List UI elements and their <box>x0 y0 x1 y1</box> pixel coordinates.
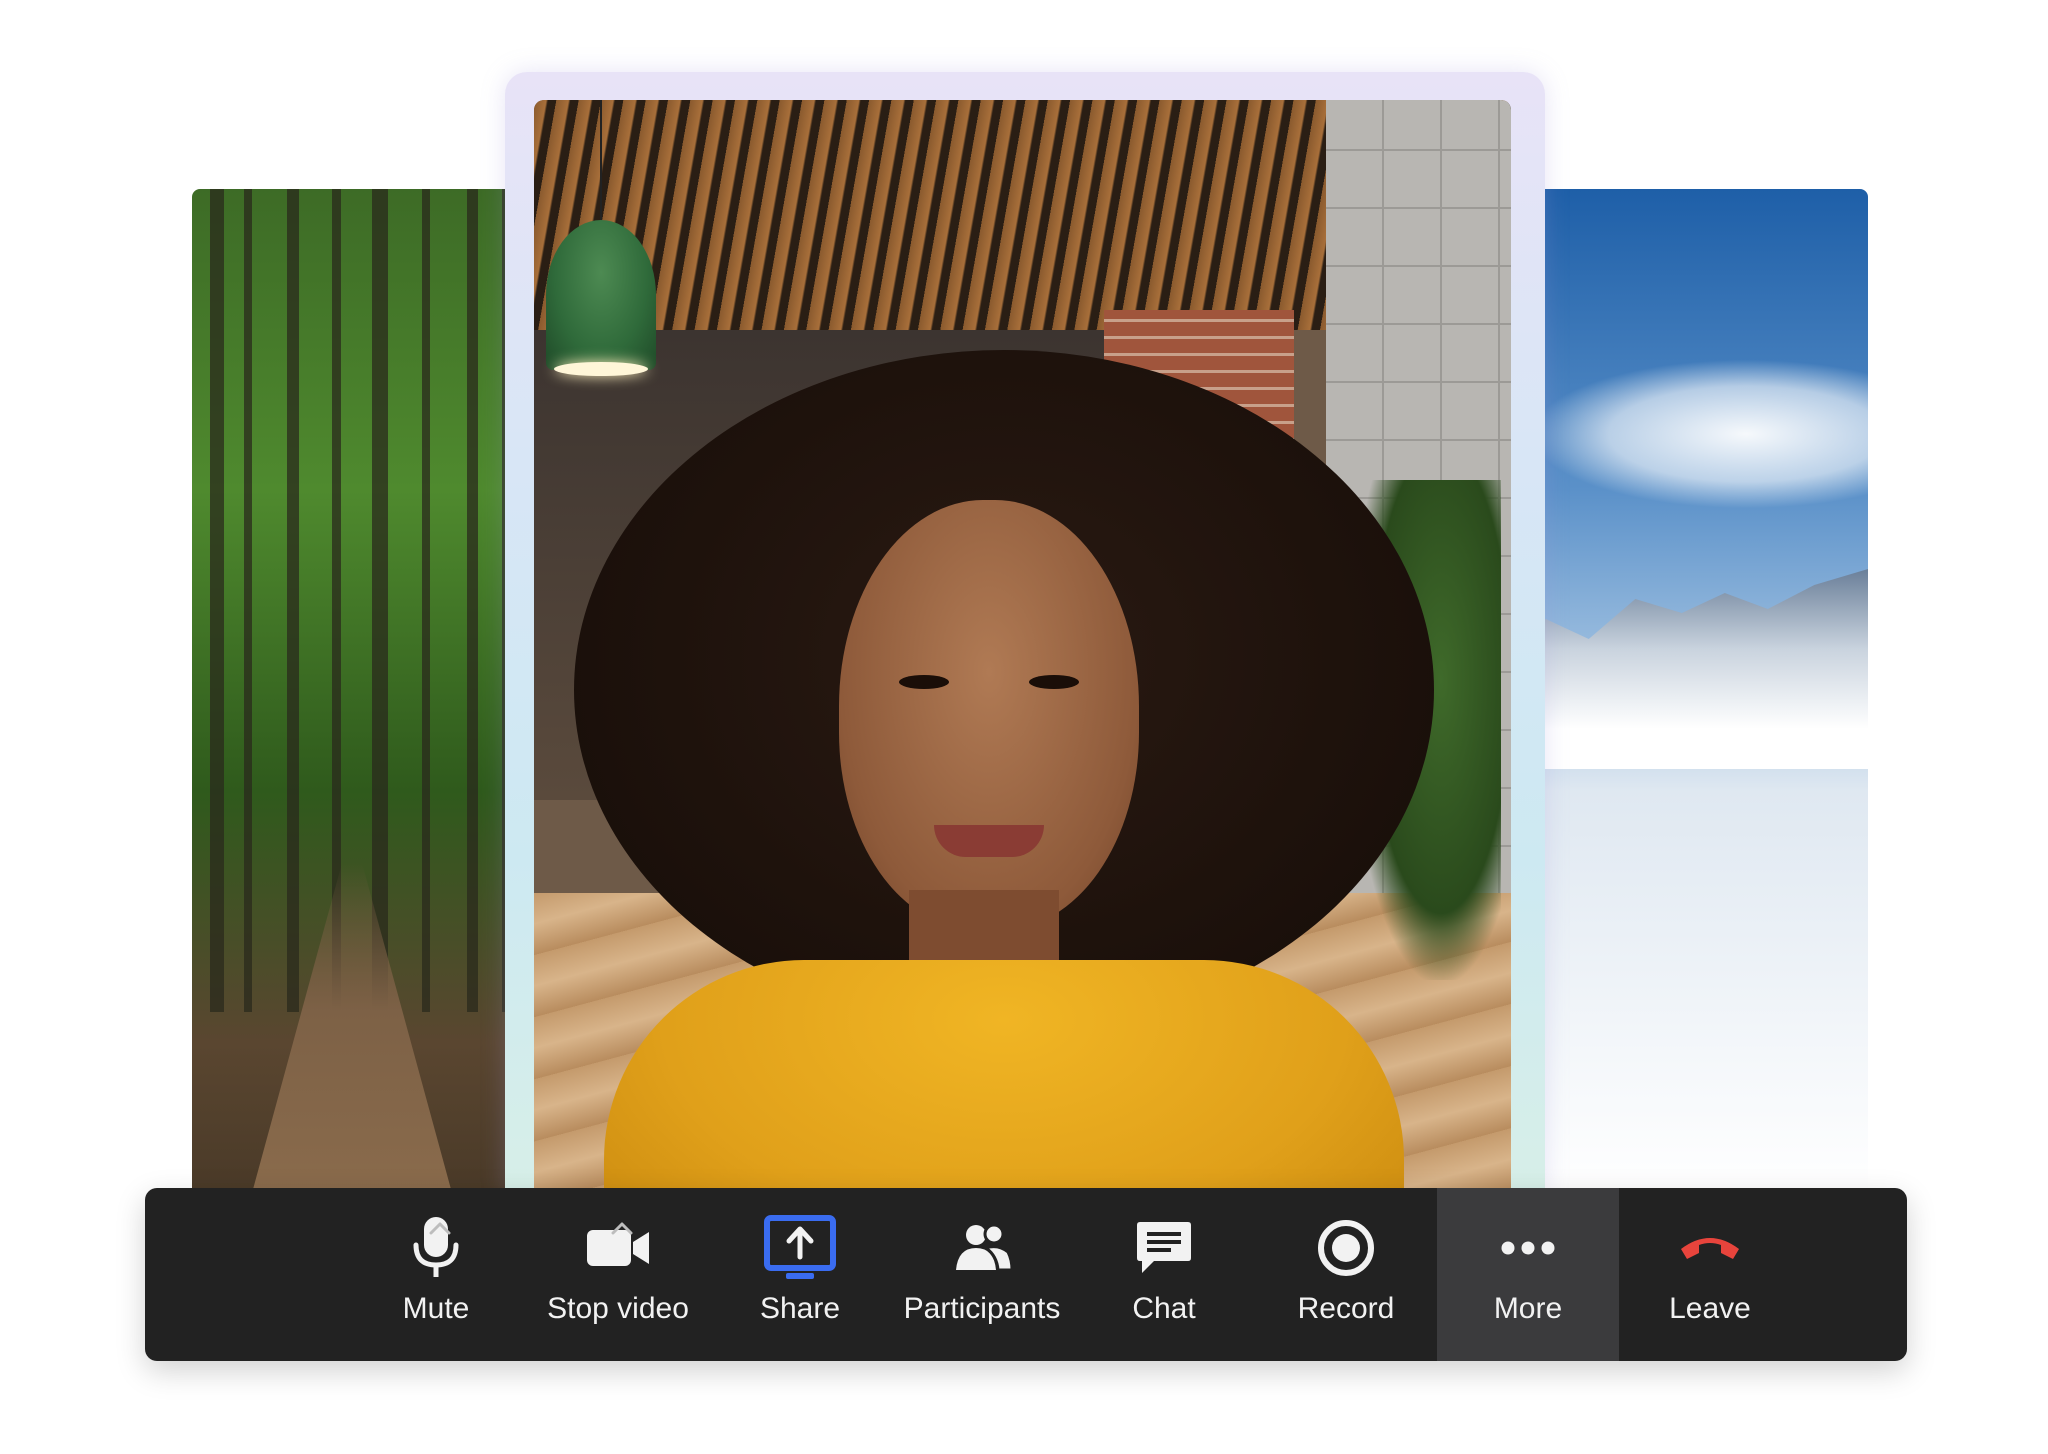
share-button[interactable]: Share <box>709 1188 891 1361</box>
share-screen-icon <box>764 1215 836 1280</box>
participant-video <box>534 100 1511 1193</box>
chat-button[interactable]: Chat <box>1073 1188 1255 1361</box>
more-dots-icon <box>1492 1216 1564 1280</box>
more-label: More <box>1493 1292 1563 1325</box>
chat-label: Chat <box>1132 1292 1196 1325</box>
chat-bubble-icon <box>1128 1216 1200 1280</box>
stop-video-label: Stop video <box>547 1292 689 1325</box>
participants-icon <box>946 1216 1018 1280</box>
record-button[interactable]: Record <box>1255 1188 1437 1361</box>
video-options-caret[interactable] <box>604 1210 640 1246</box>
hang-up-phone-icon <box>1674 1216 1746 1280</box>
participant-face <box>839 500 1139 930</box>
caret-up-icon <box>429 1222 451 1235</box>
meeting-controls-toolbar: Mute Stop video Share Participants Chat … <box>145 1188 1907 1361</box>
more-button[interactable]: More <box>1437 1188 1619 1361</box>
forest-background-preview <box>192 189 526 1193</box>
record-icon <box>1310 1216 1382 1280</box>
snow-mountain-background-preview <box>1510 189 1868 1193</box>
leave-label: Leave <box>1669 1292 1751 1325</box>
record-label: Record <box>1297 1292 1395 1325</box>
mute-options-caret[interactable] <box>422 1210 458 1246</box>
mute-label: Mute <box>402 1292 470 1325</box>
participants-label: Participants <box>903 1292 1061 1325</box>
caret-up-icon <box>611 1222 633 1235</box>
leave-button[interactable]: Leave <box>1619 1188 1801 1361</box>
share-label: Share <box>759 1292 841 1325</box>
participants-button[interactable]: Participants <box>891 1188 1073 1361</box>
pendant-lamp <box>546 220 656 376</box>
